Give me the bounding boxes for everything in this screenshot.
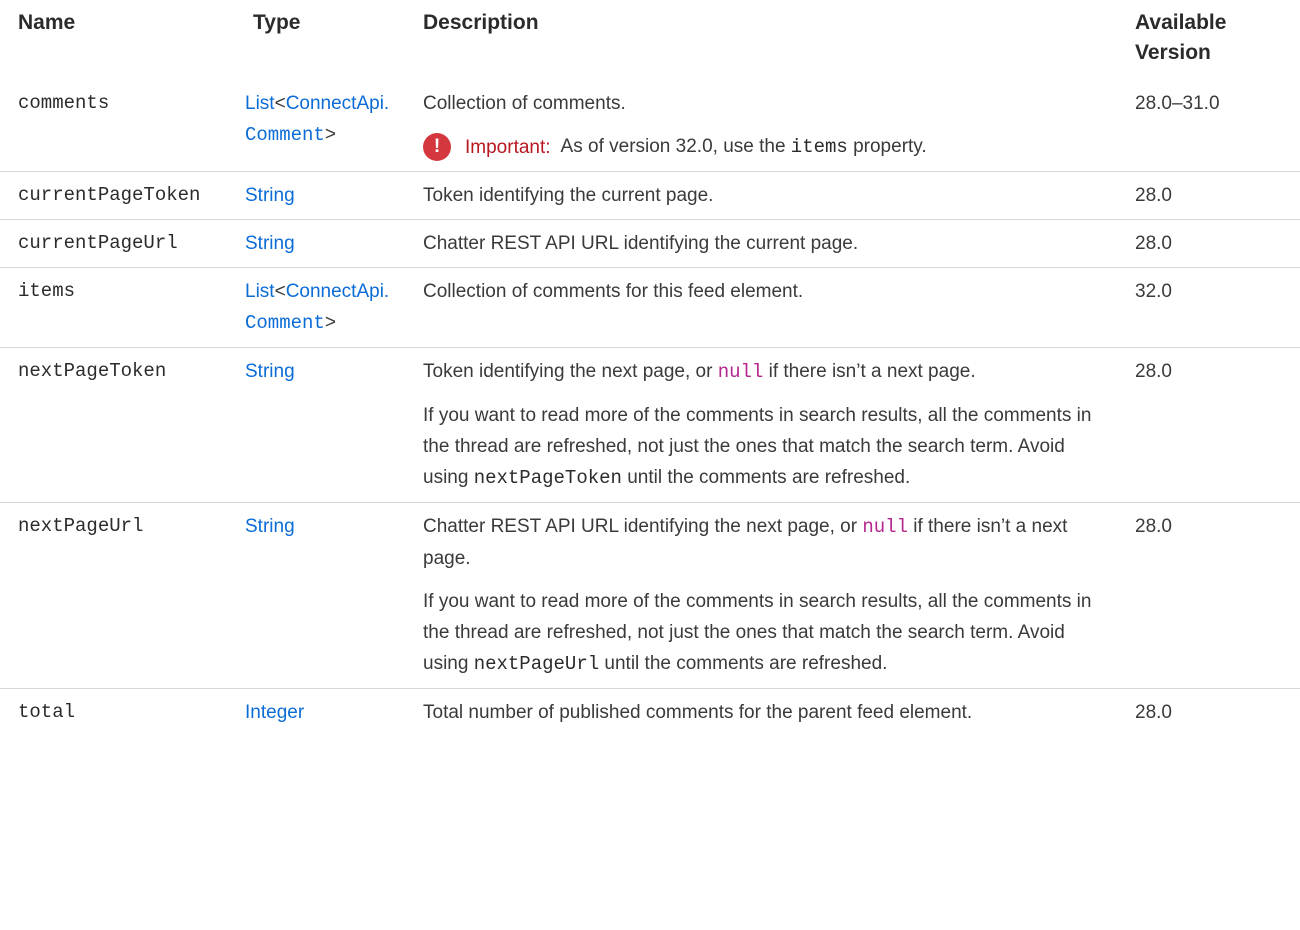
header-name: Name [18, 11, 76, 34]
string-type-link[interactable]: String [245, 361, 295, 382]
table-row: currentPageUrl String Chatter REST API U… [0, 219, 1300, 268]
string-type-link[interactable]: String [245, 185, 295, 206]
type-close: > [324, 312, 336, 333]
description-text: Chatter REST API URL identifying the nex… [423, 516, 858, 537]
description-text: until the comments are refreshed. [604, 653, 888, 674]
string-type-link[interactable]: String [245, 233, 295, 254]
property-name: items [0, 267, 243, 348]
connectapi-type-link[interactable]: ConnectApi. [286, 281, 390, 302]
important-text: As of version 32.0, use the items proper… [561, 131, 927, 163]
property-version: 28.0–31.0 [1135, 93, 1220, 114]
property-type: String [243, 502, 413, 689]
list-type-link[interactable]: List [245, 281, 275, 302]
property-description: Token identifying the current page. [413, 171, 1125, 220]
table-row: total Integer Total number of published … [0, 688, 1300, 736]
description-paragraph: If you want to read more of the comments… [423, 400, 1115, 494]
table-row: items List<ConnectApi. Comment> Collectio… [0, 267, 1300, 348]
property-name: nextPageUrl [0, 502, 243, 689]
description-text: if there isn’t a next page. [768, 361, 976, 382]
description-paragraph: Chatter REST API URL identifying the nex… [423, 511, 1115, 574]
important-text-part2: property. [853, 136, 927, 157]
property-version: 32.0 [1125, 267, 1300, 348]
type-close: > [324, 124, 336, 145]
property-name: nextPageToken [0, 347, 243, 503]
header-version-line1: Available [1135, 11, 1227, 34]
table-row: nextPageUrl String Chatter REST API URL … [0, 502, 1300, 689]
exclamation-circle-icon: ! [423, 133, 451, 161]
table-row: nextPageToken String Token identifying t… [0, 347, 1300, 503]
property-type: List<ConnectApi. Comment> [243, 267, 413, 348]
important-label: Important: [465, 136, 551, 158]
property-description: Total number of published comments for t… [413, 688, 1125, 736]
header-version-line2: Version [1135, 41, 1211, 64]
property-type: String [243, 347, 413, 503]
property-type: String [243, 219, 413, 268]
description-text: until the comments are refreshed. [627, 467, 911, 488]
list-type-link[interactable]: List [245, 93, 275, 114]
string-type-link[interactable]: String [245, 516, 295, 537]
property-description: Chatter REST API URL identifying the cur… [413, 219, 1125, 268]
integer-type-link[interactable]: Integer [245, 702, 304, 723]
property-name: currentPageToken [0, 171, 243, 220]
null-keyword: null [862, 516, 908, 538]
property-type: List<ConnectApi. Comment> [245, 93, 390, 146]
header-description: Description [423, 11, 539, 34]
description-text: Token identifying the next page, or [423, 361, 713, 382]
table-row: currentPageToken String Token identifyin… [0, 171, 1300, 220]
header-type: Type [253, 11, 301, 34]
null-keyword: null [717, 361, 764, 383]
connectapi-type-link[interactable]: ConnectApi. [286, 93, 390, 114]
property-type: Integer [243, 688, 413, 736]
property-description: Collection of comments for this feed ele… [413, 267, 1125, 348]
description-paragraph: If you want to read more of the comments… [423, 586, 1115, 680]
property-version: 28.0 [1125, 347, 1300, 503]
property-type: String [243, 171, 413, 220]
property-name: comments [18, 92, 110, 114]
property-version: 28.0 [1125, 171, 1300, 220]
type-class-text: ConnectApi. [285, 93, 390, 114]
important-text-part1: As of version 32.0, use the [560, 136, 786, 157]
property-name: total [0, 688, 243, 736]
property-description: Token identifying the next page, or null… [413, 347, 1125, 503]
property-description: Collection of comments. ! Important: As … [413, 80, 1125, 172]
header-version: Available Version [1125, 0, 1300, 80]
header-row: Name Type Description Available Version [0, 0, 1300, 80]
description-paragraph: Token identifying the next page, or null… [423, 356, 1115, 388]
type-class-text: ConnectApi. [285, 281, 390, 302]
comment-type-link[interactable]: Comment [245, 312, 325, 334]
inline-code: nextPageUrl [473, 653, 600, 675]
table-row: comments List<ConnectApi. Comment> Collec… [0, 80, 1300, 172]
property-version: 28.0 [1125, 688, 1300, 736]
property-version: 28.0 [1125, 219, 1300, 268]
property-version: 28.0 [1125, 502, 1300, 689]
property-description: Chatter REST API URL identifying the nex… [413, 502, 1125, 689]
description-text: Collection of comments. [423, 93, 626, 114]
properties-table: Name Type Description Available Version c… [0, 0, 1300, 736]
inline-code: nextPageToken [473, 467, 622, 489]
important-code: items [790, 136, 848, 158]
property-name: currentPageUrl [0, 219, 243, 268]
comment-type-link[interactable]: Comment [245, 124, 325, 146]
important-note: ! Important: As of version 32.0, use the… [423, 131, 1115, 163]
